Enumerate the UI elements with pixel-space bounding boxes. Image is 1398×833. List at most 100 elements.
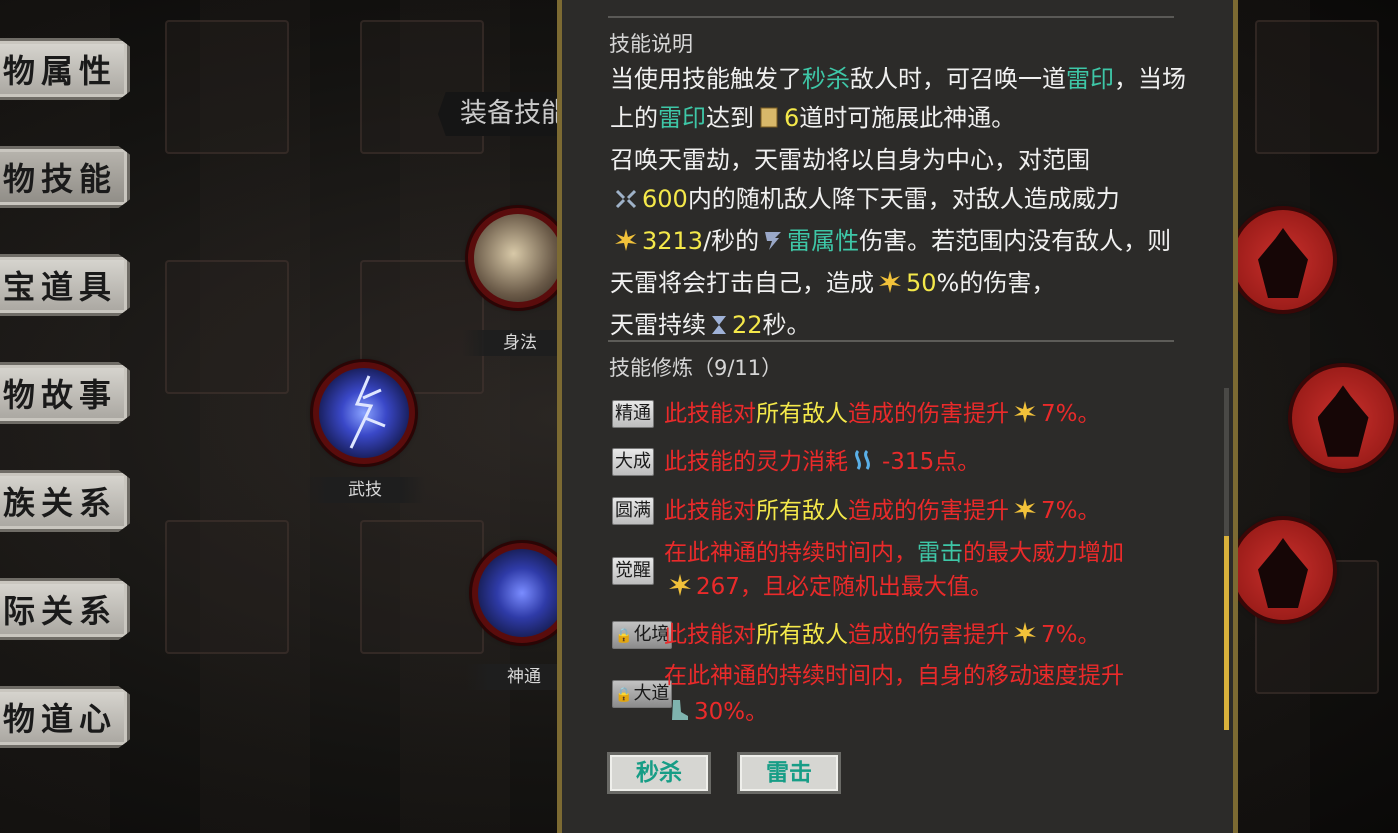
menu-item-relations[interactable]: 人际关系 [0,578,130,640]
menu-item-dao-heart[interactable]: 人物道心 [0,686,130,748]
training-row: 🔒大道 在此神通的持续时间内，自身的移动速度提升 30%。 [612,658,1192,730]
range-icon [614,183,638,222]
burst-icon [878,267,902,306]
effect-text: 此技能对 [664,401,756,427]
scrollbar-thumb[interactable] [1224,536,1229,730]
silhouette-icon [1258,538,1308,608]
desc-text: /秒的 [703,227,760,255]
skill-description-title: 技能说明 [609,32,693,56]
training-row: 觉醒 在此神通的持续时间内，雷击的最大威力增加 267，且必定随机出最大值。 [612,535,1192,607]
desc-text: 敌人时，可召唤一道 [850,65,1066,93]
bg-card [360,520,484,654]
silhouette-icon [1258,228,1308,298]
movement-skill-icon [474,214,562,302]
training-effect: 30%。 [664,694,1230,734]
menu-item-skills[interactable]: 人物技能 [0,146,130,208]
training-effect: 在此神通的持续时间内，雷击的最大威力增加 [664,535,1230,572]
desc-text: 当使用技能触发了 [610,65,802,93]
training-tier-tag: 觉醒 [612,557,654,585]
effect-value: 7%。 [1041,498,1101,524]
effect-text: 267，且必定随机出最大值。 [696,574,993,600]
desc-value: 22 [732,311,763,339]
desc-value: 50 [906,269,937,297]
skill-slot-martial[interactable] [313,362,415,464]
training-effect: 此技能的灵力消耗 -315点。 [664,444,1230,484]
desc-text: 召唤天雷劫，天雷劫将以自身为中心，对范围 [610,146,1090,174]
desc-text: 内的随机敌人降下天雷，对敌人造成威力 [687,185,1120,213]
companion-portrait[interactable] [1233,520,1333,620]
lock-icon: 🔒 [615,687,633,703]
lightning-skill-icon [319,368,409,458]
mana-icon [852,447,878,484]
effect-text: 此技能对 [664,498,756,524]
divider [608,340,1174,342]
burst-icon [668,572,692,609]
effect-text: 造成的伤害提升 [848,622,1009,648]
menu-item-label: 人物属性 [0,52,117,90]
training-row: 大成 此技能的灵力消耗 -315点。 [612,444,1192,484]
effect-text: 的最大威力增加 [963,540,1124,566]
training-effect: 此技能对所有敌人造成的伤害提升 7%。 [664,617,1230,657]
keyword-button-leiji[interactable]: 雷击 [737,752,841,794]
effect-text: 造成的伤害提升 [848,401,1009,427]
bg-card [165,20,289,154]
effect-value: -315点。 [882,449,981,475]
menu-item-items[interactable]: 法宝道具 [0,254,130,316]
desc-value: 6 [784,104,800,132]
training-effect: 此技能对所有敌人造成的伤害提升 7%。 [664,396,1230,436]
desc-value: 600 [642,185,688,213]
bg-card [165,260,289,394]
boot-icon [668,697,690,734]
training-tier-tag: 精通 [612,400,654,428]
skill-training-title: 技能修炼（9/11） [609,356,783,380]
keyword-miaosha[interactable]: 秒杀 [802,65,850,93]
effect-text: 此技能的灵力消耗 [664,449,848,475]
desc-text: 秒。 [762,311,811,339]
desc-text: 天雷持续 [610,311,706,339]
menu-item-label: 人物技能 [0,160,117,198]
keyword-button-miaosha[interactable]: 秒杀 [607,752,711,794]
burst-icon [614,225,638,264]
effect-text: 此技能对 [664,622,756,648]
training-row: 🔒化境 此技能对所有敌人造成的伤害提升 7%。 [612,617,1192,657]
companion-portrait[interactable] [1233,210,1333,310]
skill-detail-panel: 技能说明 当使用技能触发了秒杀敌人时，可召唤一道雷印，当场上的雷印达到 6道时可施… [557,0,1238,833]
keyword-element: 雷属性 [787,227,860,255]
training-row: 精通 此技能对所有敌人造成的伤害提升 7%。 [612,396,1192,436]
menu-item-attributes[interactable]: 人物属性 [0,38,130,100]
silhouette-icon [1317,385,1369,457]
training-tier-tag: 大成 [612,448,654,476]
lock-icon: 🔒 [615,628,633,644]
menu-item-label: 家族关系 [0,484,117,522]
training-effect: 此技能对所有敌人造成的伤害提升 7%。 [664,493,1230,533]
training-scrollbar[interactable] [1224,388,1229,730]
divider [608,16,1174,18]
keyword-leiyin[interactable]: 雷印 [1066,65,1114,93]
burst-icon [1013,496,1037,533]
menu-item-story[interactable]: 人物故事 [0,362,130,424]
burst-icon [1013,620,1037,657]
bg-card [165,520,289,654]
effect-text: 在此神通的持续时间内，自身的移动速度提升 [664,663,1124,689]
menu-item-label: 人物道心 [0,700,117,738]
bg-card [1255,20,1379,154]
menu-item-label: 人物故事 [0,376,117,414]
effect-text: 30%。 [694,699,769,725]
burst-icon [1013,399,1037,436]
desc-value: 3213 [642,227,704,255]
desc-text: 达到 [706,104,754,132]
effect-value: 7%。 [1041,401,1101,427]
keyword-leiji[interactable]: 雷击 [917,540,963,566]
effect-value: 7%。 [1041,622,1101,648]
companion-portrait[interactable] [1292,367,1394,469]
training-effect: 267，且必定随机出最大值。 [664,569,1230,609]
character-menu: 人物属性 人物技能 法宝道具 人物故事 家族关系 人际关系 人物道心 [0,0,140,833]
scroll-icon [758,102,780,141]
training-tier-tag: 圆满 [612,497,654,525]
skill-slot-movement[interactable] [468,208,568,308]
thunder-skill-icon [478,549,566,637]
menu-item-label: 法宝道具 [0,268,117,306]
keyword-leiyin[interactable]: 雷印 [658,104,706,132]
menu-item-family[interactable]: 家族关系 [0,470,130,532]
skill-slot-label: 武技 [305,477,425,503]
